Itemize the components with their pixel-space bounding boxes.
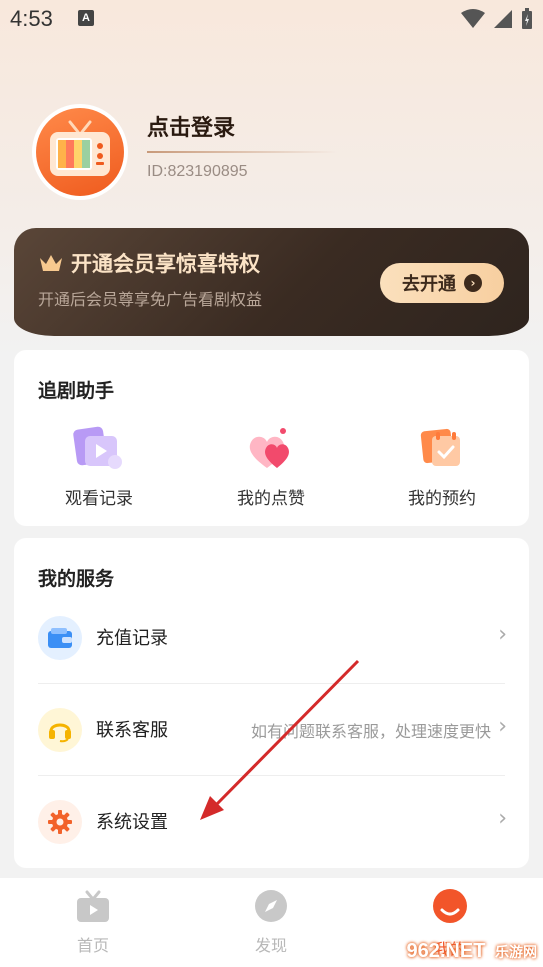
headset-icon xyxy=(38,708,82,752)
customer-service-label: 联系客服 xyxy=(96,720,168,741)
chevron-right-icon: › xyxy=(498,622,507,647)
crown-icon xyxy=(40,255,62,271)
chevron-right-icon: › xyxy=(498,714,507,739)
vip-title: 开通会员享惊喜特权 xyxy=(71,252,260,276)
arrow-right-icon: › xyxy=(464,274,482,292)
watch-history-item[interactable]: 观看记录 xyxy=(29,424,169,509)
services-card: 我的服务 充值记录 › 联系客服 如有问题联系客服，处理速度更快 › 系统设置 … xyxy=(14,538,529,868)
assistant-title: 追剧助手 xyxy=(38,380,115,402)
signal-icon xyxy=(494,10,512,28)
tv-icon xyxy=(77,890,109,922)
vip-open-button[interactable]: 去开通 › xyxy=(380,263,504,303)
vip-banner[interactable]: 开通会员享惊喜特权 开通后会员尊享免广告看剧权益 去开通 › xyxy=(14,228,529,336)
nav-discover-label: 发现 xyxy=(254,936,287,955)
reservation-icon xyxy=(414,424,470,474)
history-icon xyxy=(71,424,127,474)
nav-discover[interactable]: 发现 xyxy=(231,888,311,956)
customer-service-row[interactable]: 联系客服 如有问题联系客服，处理速度更快 › xyxy=(14,684,529,776)
wifi-icon xyxy=(461,9,485,28)
likes-label: 我的点赞 xyxy=(237,489,305,509)
reservation-item[interactable]: 我的预约 xyxy=(372,424,512,509)
status-time: 4:53 xyxy=(10,6,53,31)
recharge-record-row[interactable]: 充值记录 › xyxy=(14,592,529,684)
services-title: 我的服务 xyxy=(38,568,115,590)
system-settings-label: 系统设置 xyxy=(96,812,168,833)
vip-subtitle: 开通后会员尊享免广告看剧权益 xyxy=(38,290,263,309)
chevron-right-icon: › xyxy=(498,806,507,831)
likes-item[interactable]: 我的点赞 xyxy=(201,424,341,509)
user-id: ID:823190895 xyxy=(147,163,248,180)
watermark-sub: 乐游网 xyxy=(495,944,537,960)
avatar[interactable] xyxy=(32,104,128,200)
battery-icon xyxy=(522,8,532,29)
history-label: 观看记录 xyxy=(65,489,133,509)
gear-icon xyxy=(38,800,82,844)
assistant-card: 追剧助手 观看记录 我的点赞 我的预约 xyxy=(14,350,529,526)
nav-home-label: 首页 xyxy=(76,936,109,955)
recharge-record-label: 充值记录 xyxy=(96,628,168,649)
status-icons xyxy=(461,8,533,30)
vip-open-label: 去开通 xyxy=(402,274,456,295)
profile-divider xyxy=(147,151,337,153)
customer-service-hint: 如有问题联系客服，处理速度更快 xyxy=(250,722,491,741)
profile-icon xyxy=(433,889,467,923)
notification-icon: A xyxy=(78,10,94,26)
wallet-icon xyxy=(38,616,82,660)
tv-avatar-icon xyxy=(36,108,124,196)
nav-home[interactable]: 首页 xyxy=(53,888,133,956)
watermark-text: 962.NET xyxy=(406,940,486,962)
login-link[interactable]: 点击登录 xyxy=(147,110,235,142)
reservation-label: 我的预约 xyxy=(408,489,476,509)
watermark: 962.NET 乐游网 xyxy=(407,940,538,963)
compass-icon xyxy=(255,890,287,922)
status-bar: 4:53 A xyxy=(0,0,543,40)
system-settings-row[interactable]: 系统设置 › xyxy=(14,776,529,868)
heart-icon xyxy=(243,424,299,474)
